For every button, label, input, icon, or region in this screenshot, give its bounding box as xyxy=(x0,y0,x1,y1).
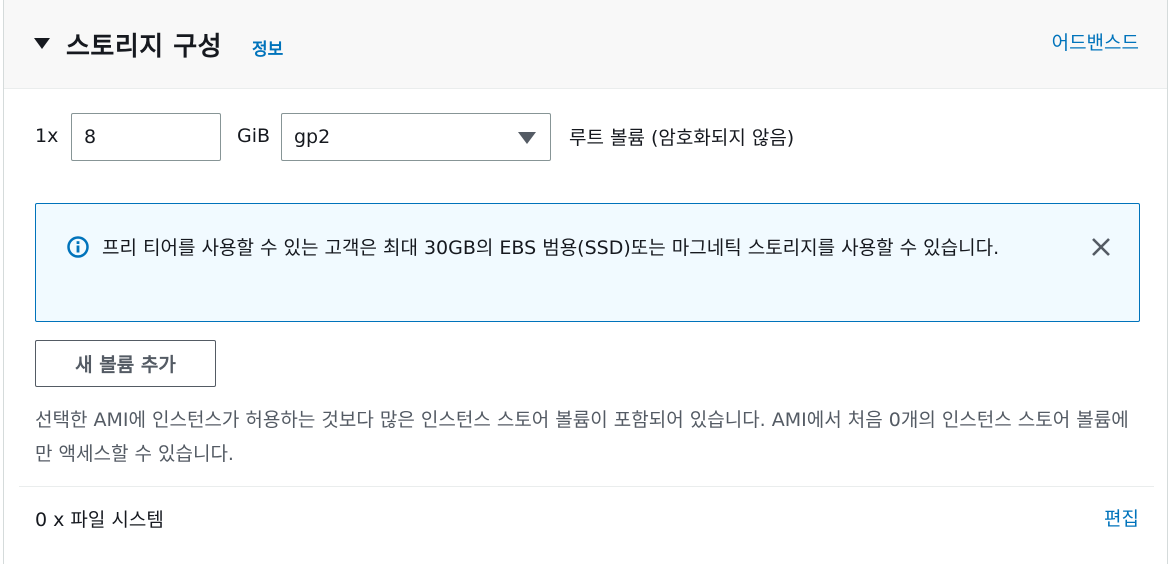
divider xyxy=(19,486,1154,487)
info-link[interactable]: 정보 xyxy=(252,35,283,60)
edit-file-system-link[interactable]: 편집 xyxy=(1104,504,1139,531)
info-circle-icon xyxy=(67,236,89,258)
advanced-link[interactable]: 어드밴스드 xyxy=(1052,28,1139,55)
volume-size-input[interactable] xyxy=(71,113,221,161)
dropdown-caret-icon xyxy=(518,132,536,144)
root-volume-label: 루트 볼륨 (암호화되지 않음) xyxy=(569,127,795,149)
volume-unit-label: GiB xyxy=(237,125,271,147)
close-icon[interactable] xyxy=(1091,237,1111,257)
alert-message: 프리 티어를 사용할 수 있는 고객은 최대 30GB의 EBS 범용(SSD)… xyxy=(102,237,1000,259)
free-tier-alert: 프리 티어를 사용할 수 있는 고객은 최대 30GB의 EBS 범용(SSD)… xyxy=(35,203,1140,322)
volume-type-value: gp2 xyxy=(294,126,331,148)
caret-down-icon[interactable] xyxy=(34,38,50,49)
page-title: 스토리지 구성 xyxy=(66,32,223,62)
panel-header: 스토리지 구성 정보 어드밴스드 xyxy=(4,0,1167,89)
file-system-label: 0 x 파일 시스템 xyxy=(35,509,164,531)
root-volume-row: 1x GiB gp2 루트 볼륨 (암호화되지 않음) xyxy=(35,113,855,161)
storage-config-panel: 스토리지 구성 정보 어드밴스드 1x GiB gp2 루트 볼륨 (암호화되지… xyxy=(3,0,1168,564)
volume-multiplier: 1x xyxy=(35,125,59,147)
add-volume-button[interactable]: 새 볼륨 추가 xyxy=(35,340,216,387)
volume-type-select[interactable]: gp2 xyxy=(281,113,551,161)
instance-store-description: 선택한 AMI에 인스턴스가 허용하는 것보다 많은 인스턴스 스토어 볼륨이 … xyxy=(35,409,1129,465)
